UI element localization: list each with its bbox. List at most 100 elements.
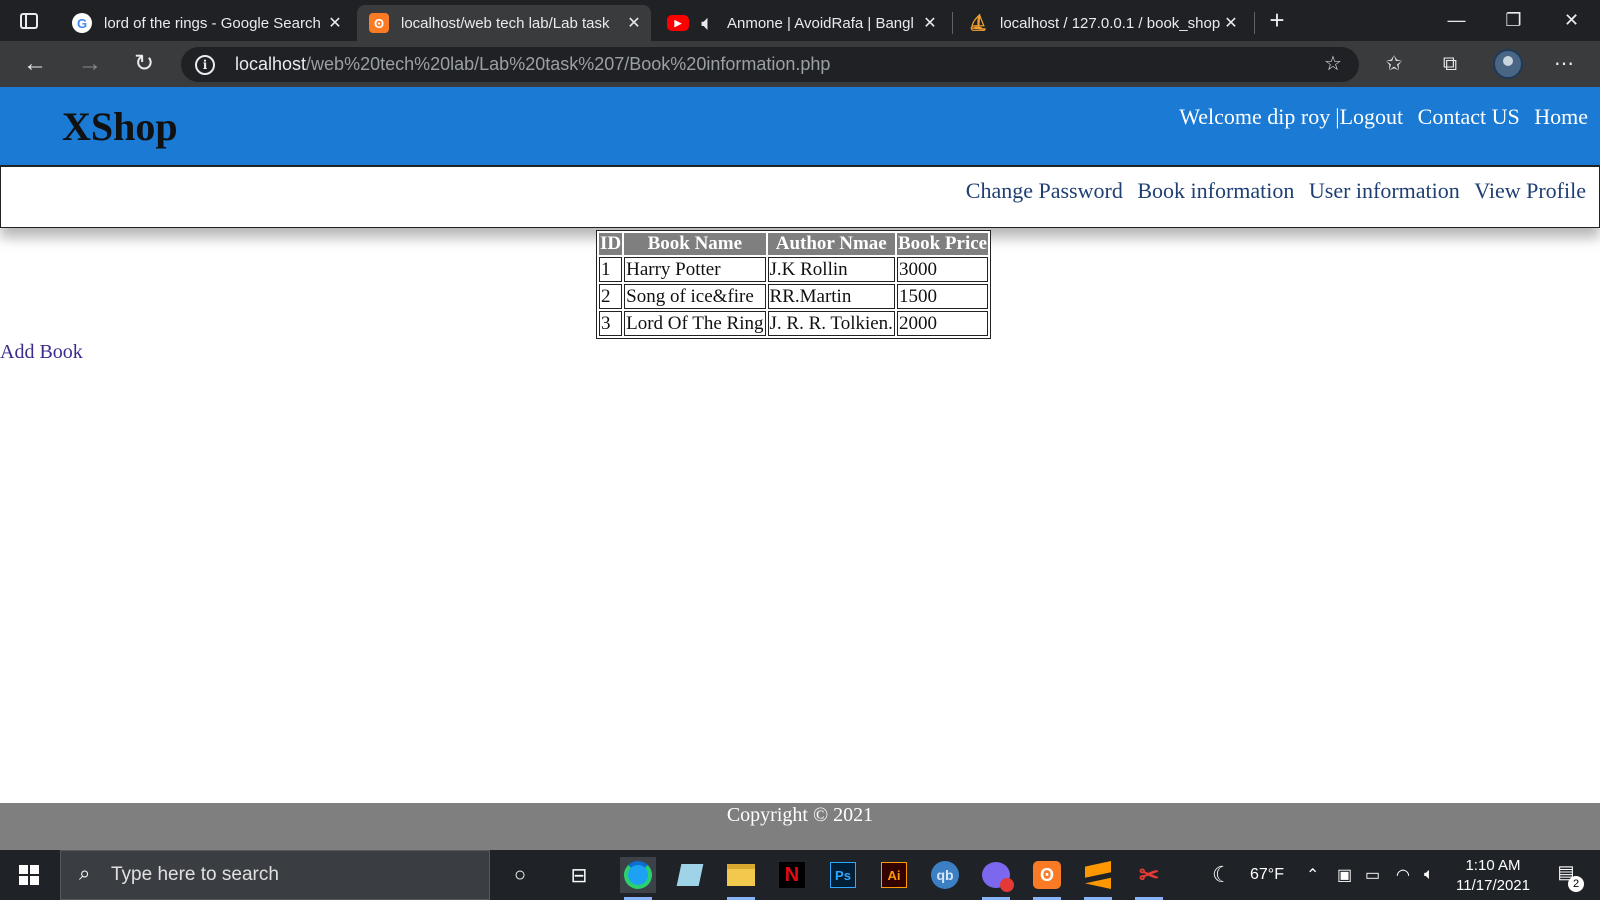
web-page: XShop Welcome dip roy |Logout Contact US … bbox=[0, 87, 1600, 850]
home-link[interactable]: Home bbox=[1534, 104, 1588, 129]
cell-author: J.K Rollin bbox=[767, 257, 895, 282]
table-row: 3 Lord Of The Ring J. R. R. Tolkien. 200… bbox=[599, 311, 989, 336]
add-favorite-icon[interactable]: ☆ bbox=[1321, 53, 1345, 77]
close-icon[interactable]: ✕ bbox=[1220, 13, 1242, 33]
site-footer: Copyright © 2021 bbox=[0, 803, 1600, 850]
url-path: /web%20tech%20lab/Lab%20task%207/Book%20… bbox=[306, 54, 831, 74]
column-header-price: Book Price bbox=[896, 233, 989, 255]
tab-title: localhost / 127.0.0.1 / book_shop bbox=[1000, 14, 1220, 32]
forward-button[interactable]: → bbox=[74, 49, 106, 81]
snipping-tool-icon[interactable]: ✂︎ bbox=[1131, 857, 1167, 900]
cell-author: RR.Martin bbox=[767, 284, 895, 309]
tab-title: lord of the rings - Google Search bbox=[104, 14, 321, 32]
xampp-icon[interactable]: ʘ bbox=[1029, 857, 1065, 900]
cell-book-name: Song of ice&fire bbox=[624, 284, 766, 309]
chevron-up-icon[interactable]: ⌃ bbox=[1306, 850, 1319, 900]
view-profile-link[interactable]: View Profile bbox=[1474, 178, 1586, 203]
cell-price: 2000 bbox=[896, 311, 989, 336]
sublime-text-icon[interactable] bbox=[1080, 857, 1116, 900]
close-icon[interactable]: ✕ bbox=[919, 13, 941, 33]
weather-temperature[interactable]: 67°F bbox=[1250, 850, 1284, 900]
close-icon[interactable]: ✕ bbox=[623, 13, 645, 33]
sub-navigation: Change Password Book information User in… bbox=[0, 165, 1600, 228]
google-icon: G bbox=[72, 13, 92, 33]
clock-date: 11/17/2021 bbox=[1456, 877, 1530, 894]
table-row: 1 Harry Potter J.K Rollin 3000 bbox=[599, 257, 989, 282]
cell-id: 1 bbox=[599, 257, 623, 282]
favorites-icon[interactable]: ✩ bbox=[1380, 51, 1408, 79]
illustrator-icon[interactable]: Ai bbox=[876, 857, 912, 893]
more-menu-icon[interactable]: ⋯ bbox=[1550, 51, 1578, 79]
site-logo[interactable]: XShop bbox=[62, 103, 178, 150]
windows-logo-icon bbox=[19, 865, 39, 885]
add-book-link[interactable]: Add Book bbox=[0, 341, 83, 364]
book-information-link[interactable]: Book information bbox=[1137, 178, 1294, 203]
qbittorrent-icon[interactable]: qb bbox=[927, 857, 963, 893]
back-button[interactable]: ← bbox=[19, 49, 51, 81]
cortana-icon[interactable]: ○ bbox=[502, 857, 538, 893]
cell-author: J. R. R. Tolkien. bbox=[767, 311, 895, 336]
netflix-icon[interactable]: N bbox=[774, 857, 810, 893]
restore-button[interactable]: ❐ bbox=[1485, 0, 1542, 41]
cell-id: 3 bbox=[599, 311, 623, 336]
user-information-link[interactable]: User information bbox=[1309, 178, 1460, 203]
browser-tab-strip: G lord of the rings - Google Search ✕ ʘ … bbox=[0, 0, 1600, 41]
column-header-author: Author Nmae bbox=[767, 233, 895, 255]
phpmyadmin-icon: ⛵︎ bbox=[967, 15, 989, 32]
cell-price: 3000 bbox=[896, 257, 989, 282]
search-placeholder: Type here to search bbox=[111, 864, 279, 885]
site-info-icon[interactable]: i bbox=[195, 55, 215, 75]
volume-icon[interactable]: 🔈︎ bbox=[1424, 850, 1434, 900]
contact-us-link[interactable]: Contact US bbox=[1418, 104, 1520, 129]
tab-youtube[interactable]: ▶ 🔈︎ Anmone | AvoidRafa | Bangl ✕ bbox=[655, 5, 947, 41]
messenger-icon[interactable] bbox=[978, 857, 1014, 900]
table-row: 2 Song of ice&fire RR.Martin 1500 bbox=[599, 284, 989, 309]
table-header-row: ID Book Name Author Nmae Book Price bbox=[599, 233, 989, 255]
file-explorer-icon[interactable] bbox=[723, 857, 759, 900]
tab-title: Anmone | AvoidRafa | Bangl bbox=[727, 14, 914, 32]
wifi-icon[interactable]: ◠ bbox=[1396, 850, 1410, 900]
weather-moon-icon[interactable]: ☾ bbox=[1212, 850, 1232, 900]
meet-now-icon[interactable]: ▣ bbox=[1337, 850, 1352, 900]
speaker-icon[interactable]: 🔈︎ bbox=[697, 13, 717, 33]
search-icon: ⌕ bbox=[79, 863, 91, 885]
copyright-text: Copyright © 2021 bbox=[726, 804, 874, 826]
xampp-icon: ʘ bbox=[369, 13, 389, 33]
new-tab-button[interactable]: + bbox=[1262, 6, 1292, 36]
youtube-icon: ▶ bbox=[667, 15, 689, 31]
tab-actions-button[interactable] bbox=[14, 8, 44, 34]
logout-link[interactable]: Logout bbox=[1340, 104, 1404, 129]
notification-count-badge: 2 bbox=[1568, 876, 1584, 892]
clock-time: 1:10 AM bbox=[1465, 857, 1521, 874]
tab-title: localhost/web tech lab/Lab task bbox=[401, 14, 610, 32]
cell-price: 1500 bbox=[896, 284, 989, 309]
start-button[interactable] bbox=[0, 850, 58, 900]
taskbar-search-box[interactable]: ⌕ Type here to search bbox=[60, 850, 490, 900]
address-bar[interactable]: i localhost/web%20tech%20lab/Lab%20task%… bbox=[181, 47, 1359, 82]
tab-localhost-lab-task[interactable]: ʘ localhost/web tech lab/Lab task ✕ bbox=[357, 5, 651, 41]
battery-icon[interactable]: ▭ bbox=[1365, 850, 1380, 900]
browser-toolbar: ← → ↻ i localhost/web%20tech%20lab/Lab%2… bbox=[0, 41, 1600, 87]
close-icon[interactable]: ✕ bbox=[324, 13, 346, 33]
tab-separator bbox=[952, 12, 953, 34]
task-view-icon[interactable]: ⊟ bbox=[561, 857, 597, 893]
edge-icon[interactable] bbox=[620, 857, 656, 900]
welcome-text: Welcome dip roy bbox=[1179, 104, 1331, 129]
minimize-button[interactable]: — bbox=[1428, 0, 1485, 41]
close-window-button[interactable]: ✕ bbox=[1543, 0, 1600, 41]
photoshop-icon[interactable]: Ps bbox=[825, 857, 861, 893]
change-password-link[interactable]: Change Password bbox=[966, 178, 1123, 203]
notes-app-icon[interactable] bbox=[672, 857, 708, 893]
url-text[interactable]: localhost/web%20tech%20lab/Lab%20task%20… bbox=[235, 47, 830, 82]
tab-phpmyadmin[interactable]: ⛵︎ localhost / 127.0.0.1 / book_shop ✕ bbox=[956, 5, 1248, 41]
windows-taskbar: ⌕ Type here to search ○ ⊟ N Ps Ai qb ʘ ✂… bbox=[0, 850, 1600, 900]
collections-icon[interactable]: ⧉ bbox=[1436, 51, 1464, 79]
cell-id: 2 bbox=[599, 284, 623, 309]
cell-book-name: Lord Of The Ring bbox=[624, 311, 766, 336]
site-header: XShop Welcome dip roy |Logout Contact US … bbox=[0, 87, 1600, 165]
profile-avatar[interactable] bbox=[1493, 49, 1523, 79]
notification-center-icon[interactable]: ▤ 2 bbox=[1552, 862, 1584, 892]
reload-button[interactable]: ↻ bbox=[128, 49, 160, 81]
tab-google-search[interactable]: G lord of the rings - Google Search ✕ bbox=[60, 5, 352, 41]
system-clock[interactable]: 1:10 AM 11/17/2021 bbox=[1448, 856, 1538, 896]
